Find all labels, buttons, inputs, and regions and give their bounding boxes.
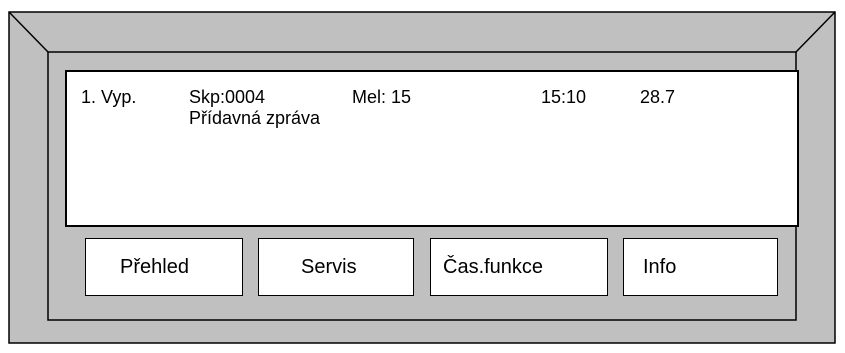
additional-message: Přídavná zpráva (189, 108, 321, 128)
display-screen: 1. Vyp. Skp:0004 Mel: 15 15:10 28.7 Příd… (65, 70, 799, 227)
time-functions-button[interactable]: Čas.funkce (430, 238, 608, 296)
info-button[interactable]: Info (623, 238, 778, 296)
info-button-label: Info (643, 256, 677, 278)
service-button[interactable]: Servis (258, 238, 414, 296)
group-number: Skp:0004 (189, 87, 266, 107)
clock-time: 15:10 (541, 87, 587, 107)
status-state: 1. Vyp. (81, 87, 137, 107)
time-functions-button-label: Čas.funkce (443, 256, 544, 278)
detector-number: Mel: 15 (352, 87, 412, 107)
service-button-label: Servis (301, 256, 357, 278)
overview-button[interactable]: Přehled (85, 238, 243, 296)
date-display: 28.7 (640, 87, 676, 107)
overview-button-label: Přehled (120, 256, 189, 278)
